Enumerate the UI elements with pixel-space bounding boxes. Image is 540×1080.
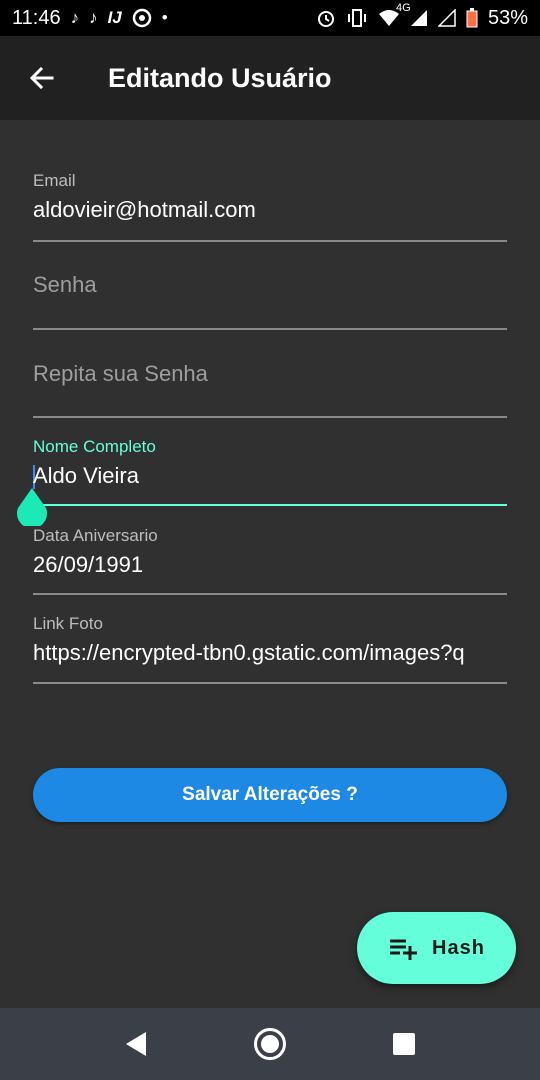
hash-fab[interactable]: Hash — [357, 912, 516, 984]
status-bar: 11:46 ♪ ♪ IJ • 4G 53% — [0, 0, 540, 36]
repeat-password-placeholder: Repita sua Senha — [33, 361, 208, 386]
chrome-icon — [132, 6, 152, 30]
photo-link-label: Link Foto — [33, 614, 103, 633]
system-nav-bar — [0, 1008, 540, 1080]
battery-icon — [466, 6, 478, 30]
field-underline — [33, 682, 507, 684]
home-circle-icon — [253, 1027, 287, 1061]
field-underline-focused — [33, 504, 507, 506]
nav-recents-button[interactable] — [337, 1008, 471, 1080]
dot-icon: • — [161, 8, 168, 27]
password-placeholder: Senha — [33, 272, 97, 297]
field-underline — [33, 328, 507, 330]
tiktok-icon: ♪ — [70, 8, 80, 27]
email-field[interactable]: Email aldovieir@hotmail.com — [33, 171, 507, 243]
full-name-field[interactable]: Nome Completo Aldo Vieira — [16, 437, 507, 529]
birthday-value: 26/09/1991 — [33, 552, 144, 577]
recents-square-icon — [392, 1032, 416, 1056]
password-field[interactable]: Senha — [33, 272, 507, 332]
photo-link-value: https://encrypted-tbn0.gstatic.com/image… — [33, 640, 465, 665]
clock: 11:46 — [12, 6, 61, 29]
photo-link-field[interactable]: Link Foto https://encrypted-tbn0.gstatic… — [33, 614, 507, 686]
tiktok-icon: ♪ — [89, 8, 98, 27]
field-underline — [33, 416, 507, 418]
signal-empty-icon — [437, 6, 456, 30]
save-button[interactable]: Salvar Alterações ? — [33, 768, 507, 822]
app-bar: Editando Usuário — [0, 36, 540, 120]
vibrate-icon — [346, 6, 368, 30]
signal-icon: 4G — [396, 2, 428, 30]
birthday-label: Data Aniversario — [33, 526, 158, 545]
nav-home-button[interactable] — [203, 1008, 337, 1080]
repeat-password-field[interactable]: Repita sua Senha — [33, 361, 507, 421]
hash-fab-label: Hash — [432, 936, 485, 959]
full-name-value: Aldo Vieira — [33, 463, 139, 490]
birthday-field[interactable]: Data Aniversario 26/09/1991 — [33, 526, 507, 598]
cursor-handle[interactable] — [16, 488, 48, 529]
battery-percent: 53% — [487, 6, 528, 29]
playlist-add-icon — [388, 936, 418, 960]
email-value: aldovieir@hotmail.com — [33, 197, 256, 222]
field-underline — [33, 240, 507, 242]
email-label: Email — [33, 171, 76, 190]
page-title: Editando Usuário — [108, 62, 332, 93]
back-triangle-icon — [124, 1031, 148, 1057]
intellij-icon: IJ — [107, 8, 122, 27]
back-button[interactable] — [0, 36, 84, 120]
nav-back-button[interactable] — [69, 1008, 203, 1080]
field-underline — [33, 593, 507, 595]
alarm-icon — [316, 6, 336, 30]
arrow-back-icon — [28, 64, 56, 92]
full-name-label: Nome Completo — [33, 437, 156, 456]
